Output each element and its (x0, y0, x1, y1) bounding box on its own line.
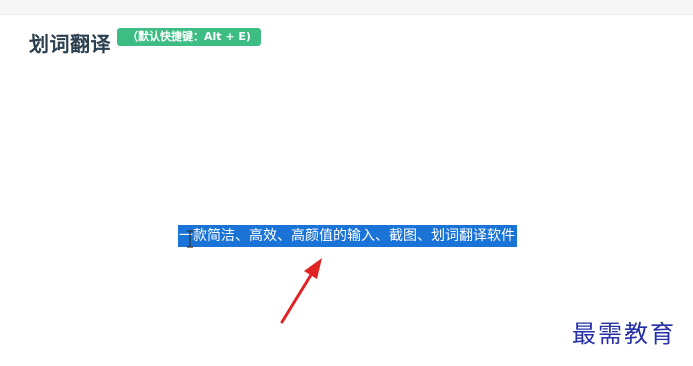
shortcut-badge: （默认快捷键：Alt + E) (117, 28, 261, 46)
watermark-logo: 最需教育 (572, 320, 676, 348)
page-header: 划词翻译 （默认快捷键：Alt + E) (29, 28, 261, 58)
window-top-strip (0, 0, 693, 15)
text-cursor-icon (187, 230, 193, 248)
page-title: 划词翻译 (29, 32, 111, 56)
red-arrow-icon (280, 258, 322, 324)
selected-text[interactable]: 一款简洁、高效、高颜值的输入、截图、划词翻译软件 (178, 225, 517, 247)
